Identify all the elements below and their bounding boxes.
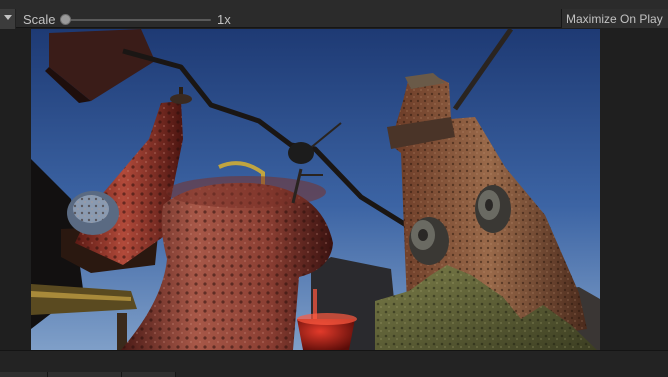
scale-slider-track[interactable] — [64, 19, 211, 21]
scale-slider-handle[interactable] — [60, 14, 71, 25]
scale-value: 1x — [217, 12, 231, 27]
game-view-window: Scale 1x Maximize On Play — [0, 0, 668, 377]
scale-label: Scale — [23, 12, 56, 27]
hanging-lamp — [288, 142, 314, 164]
display-dropdown-button[interactable] — [0, 9, 16, 29]
game-viewport[interactable] — [31, 29, 600, 350]
bottom-tab[interactable] — [0, 372, 48, 377]
bottom-panel-strip — [0, 350, 668, 377]
maximize-on-play-button[interactable]: Maximize On Play — [562, 9, 668, 28]
chevron-down-icon — [4, 15, 12, 20]
maximize-on-play-label: Maximize On Play — [566, 12, 663, 26]
game-scene-render — [31, 29, 600, 350]
bottom-tab[interactable] — [122, 372, 176, 377]
game-view-toolbar: Scale 1x Maximize On Play — [0, 0, 668, 29]
bottom-tab[interactable] — [48, 372, 122, 377]
